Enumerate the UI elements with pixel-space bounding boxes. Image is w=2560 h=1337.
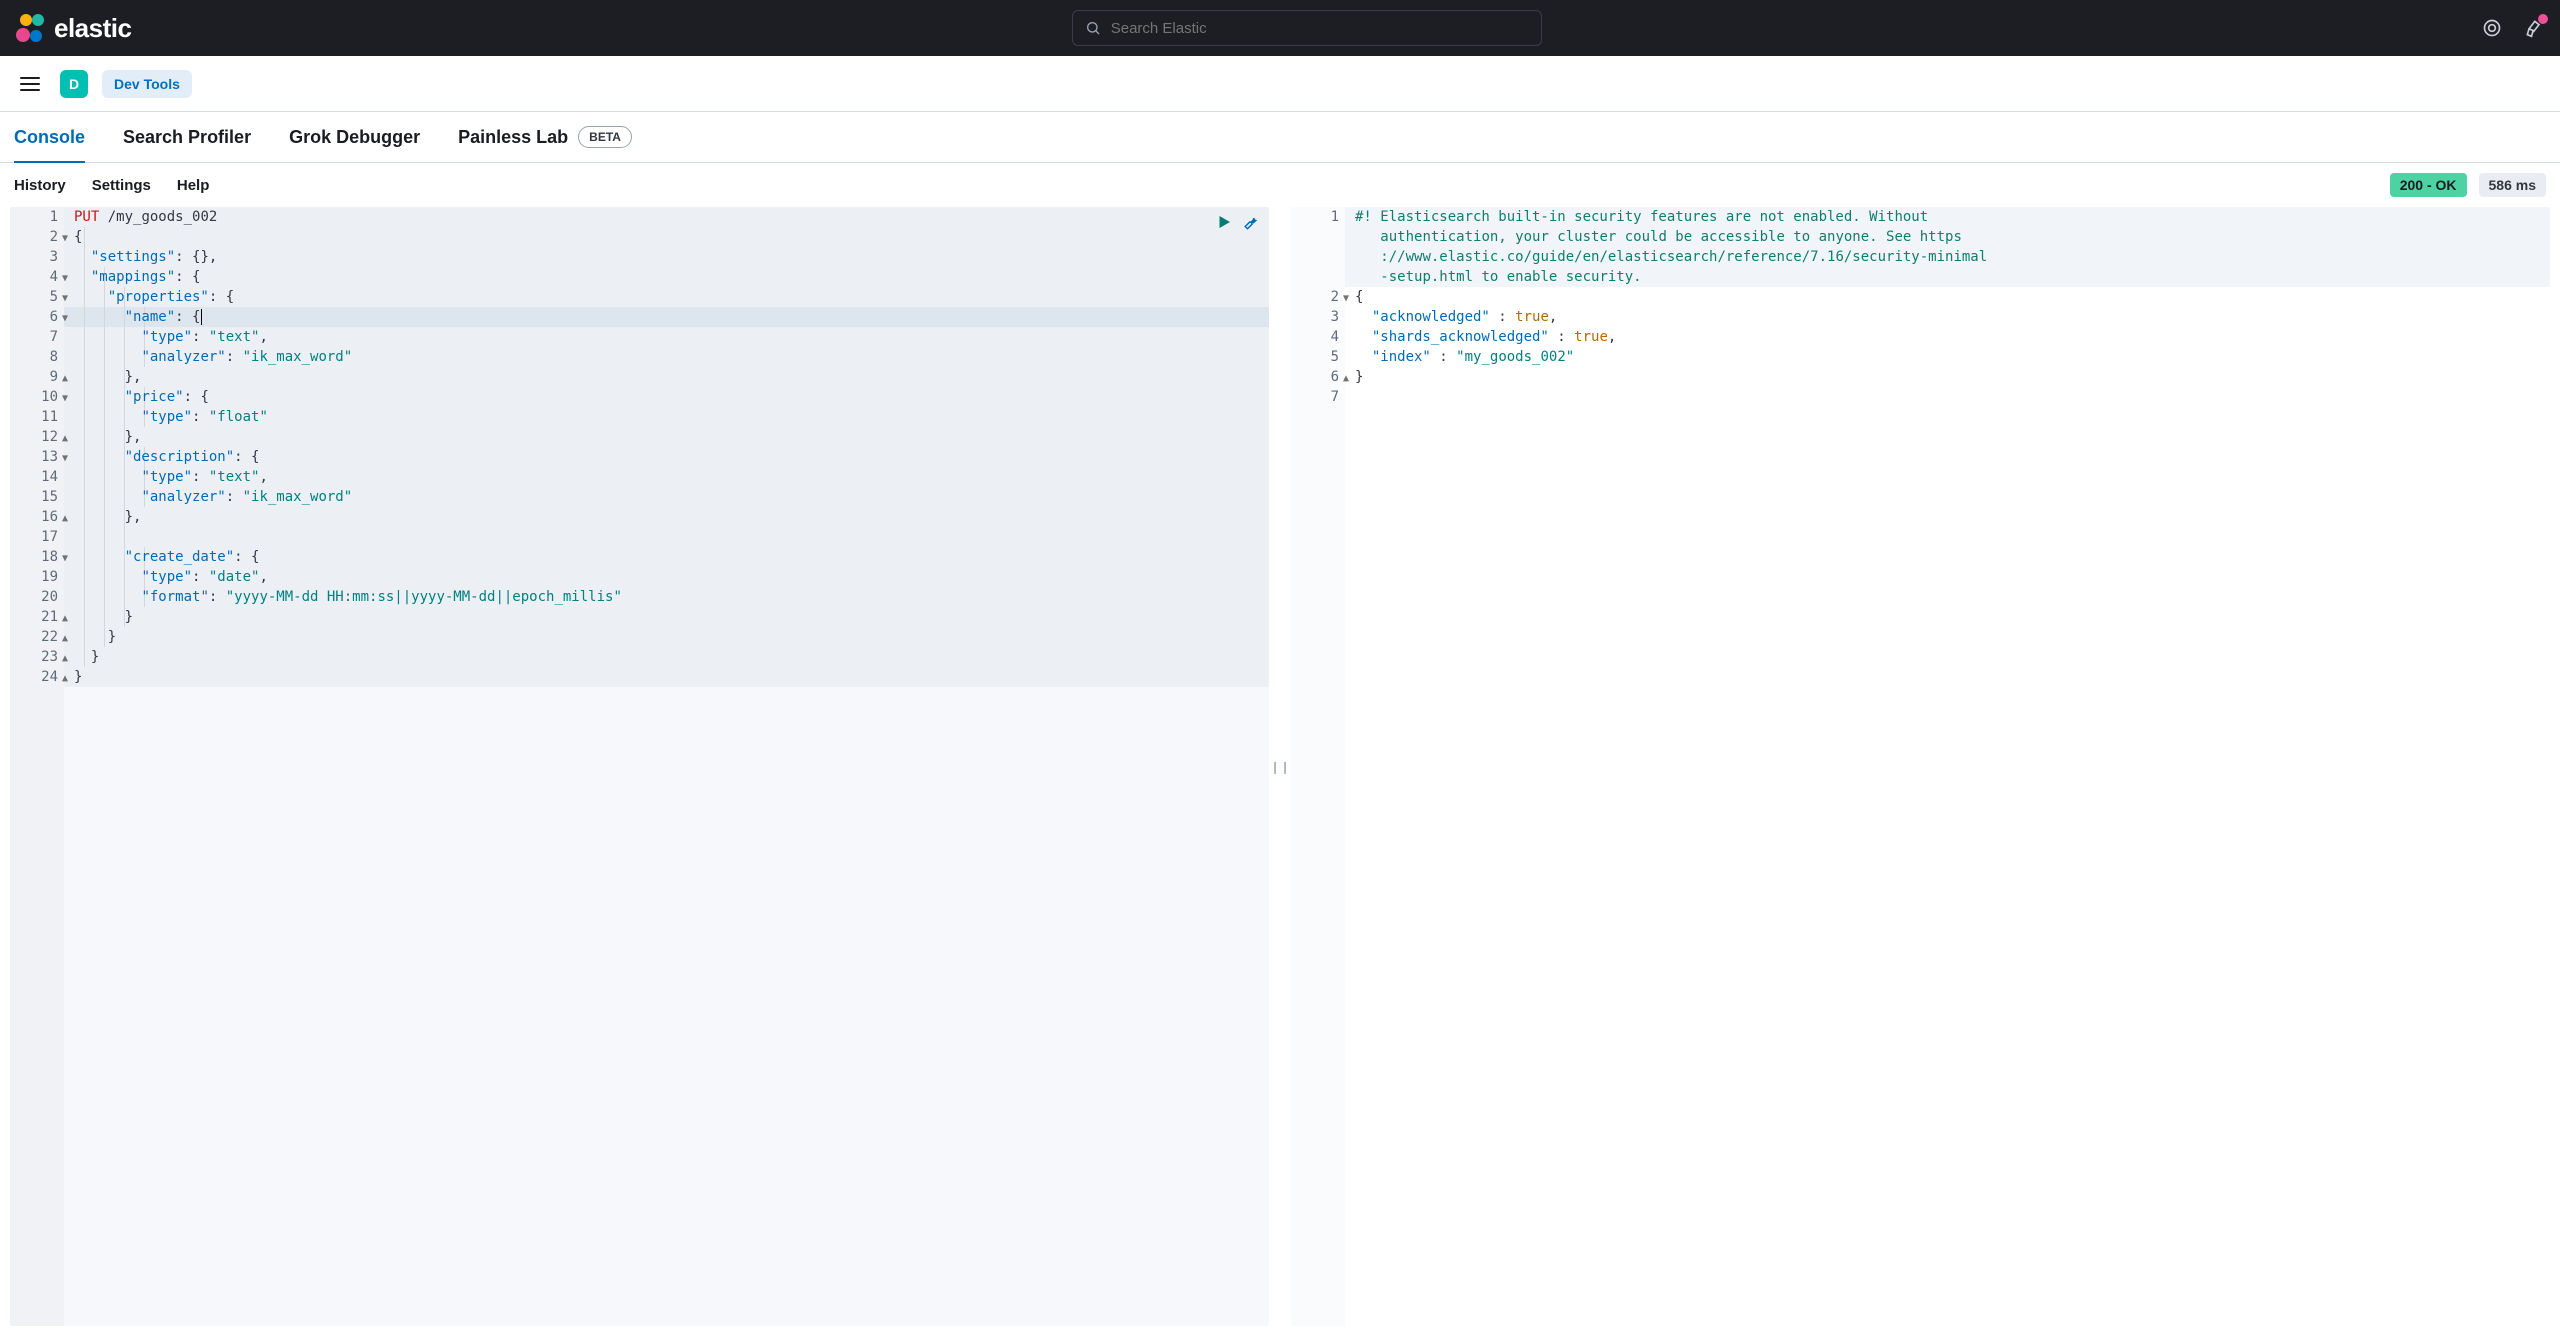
tab-bar: Console Search Profiler Grok Debugger Pa… — [0, 112, 2560, 163]
brand-logo[interactable]: elastic — [16, 13, 131, 44]
request-code[interactable]: PUT /my_goods_002 { "settings": {}, "map… — [74, 207, 1269, 1326]
request-pane[interactable]: 123456789101112131415161718192021222324 … — [10, 207, 1269, 1326]
nav-toggle-button[interactable] — [14, 68, 46, 100]
history-button[interactable]: History — [14, 177, 66, 194]
tab-grok-debugger[interactable]: Grok Debugger — [289, 113, 420, 162]
space-avatar[interactable]: D — [60, 70, 88, 98]
space-avatar-letter: D — [69, 76, 79, 92]
search-wrap — [143, 10, 2470, 46]
help-button[interactable]: Help — [177, 177, 210, 194]
response-code[interactable]: #! Elasticsearch built-in security featu… — [1355, 207, 2550, 1326]
help-ring-icon[interactable] — [2482, 18, 2502, 38]
search-icon — [1085, 20, 1101, 36]
beta-badge: BETA — [578, 126, 632, 148]
breadcrumb[interactable]: Dev Tools — [102, 70, 192, 98]
tab-console[interactable]: Console — [14, 113, 85, 162]
status-badge: 200 - OK — [2390, 173, 2467, 197]
secondary-bar: D Dev Tools — [0, 56, 2560, 112]
request-gutter: 123456789101112131415161718192021222324 — [10, 207, 64, 1326]
tab-search-profiler[interactable]: Search Profiler — [123, 113, 251, 162]
tab-painless-lab[interactable]: Painless Lab BETA — [458, 112, 632, 162]
pane-splitter[interactable]: ❘❘ — [1273, 207, 1287, 1326]
response-pane[interactable]: ✕ 1234567 #! Elasticsearch built-in secu… — [1291, 207, 2550, 1326]
settings-button[interactable]: Settings — [92, 177, 151, 194]
top-bar: elastic — [0, 0, 2560, 56]
workspace: 123456789101112131415161718192021222324 … — [0, 207, 2560, 1336]
brand-name: elastic — [54, 13, 131, 44]
top-icons — [2482, 18, 2544, 38]
global-search[interactable] — [1072, 10, 1542, 46]
search-input[interactable] — [1111, 20, 1529, 37]
latency-badge: 586 ms — [2479, 173, 2546, 197]
logo-mark-icon — [16, 14, 44, 42]
console-toolbar: History Settings Help 200 - OK 586 ms — [0, 163, 2560, 207]
newsfeed-icon[interactable] — [2524, 18, 2544, 38]
notification-dot — [2538, 14, 2548, 24]
response-gutter: 1234567 — [1291, 207, 1345, 1326]
